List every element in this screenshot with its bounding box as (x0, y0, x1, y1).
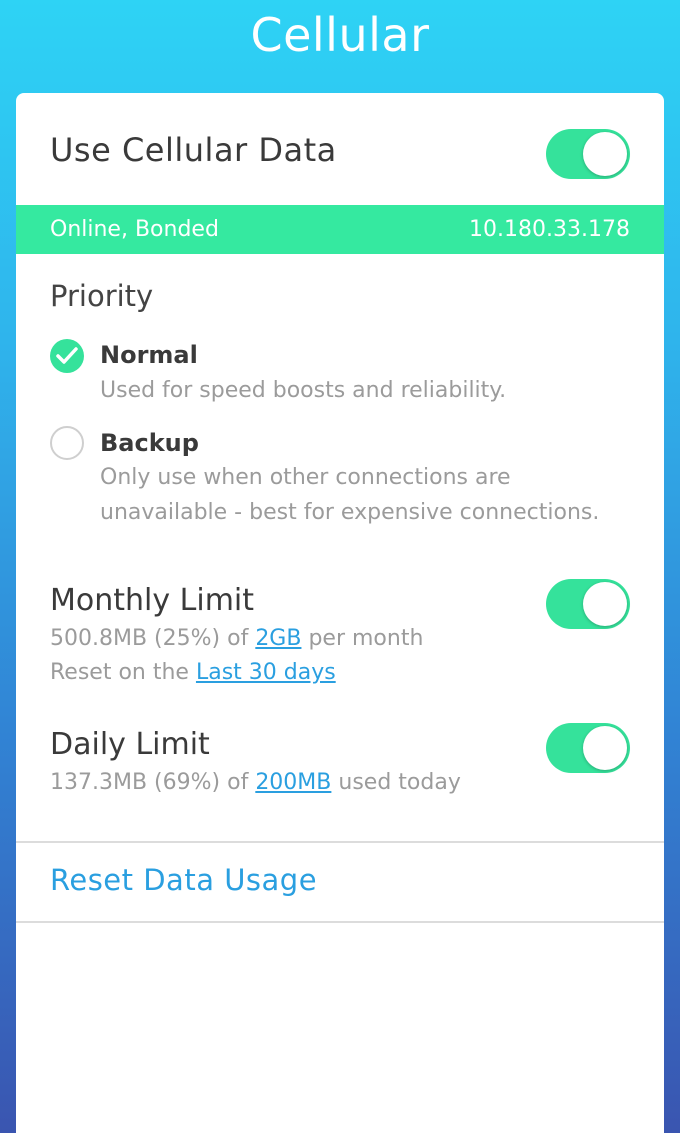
monthly-reset-line: Reset on the Last 30 days (50, 660, 336, 685)
check-icon (56, 347, 78, 364)
priority-heading: Priority (50, 279, 154, 313)
daily-usage-line: 137.3MB (69%) of 200MB used today (50, 770, 461, 795)
use-cellular-row: Use Cellular Data (16, 93, 664, 205)
daily-limit-link[interactable]: 200MB (255, 770, 331, 795)
page-title: Cellular (250, 8, 430, 62)
monthly-usage-suffix: per month (301, 626, 424, 651)
divider (16, 841, 664, 843)
use-cellular-toggle[interactable] (546, 129, 630, 179)
priority-normal-radio[interactable] (50, 339, 84, 373)
priority-backup-description: Only use when other connections are unav… (100, 465, 600, 525)
cellular-settings-card: Use Cellular Data Online, Bonded 10.180.… (16, 93, 664, 1133)
reset-data-usage-button[interactable]: Reset Data Usage (50, 863, 317, 897)
toggle-knob (583, 726, 627, 770)
monthly-reset-period-link[interactable]: Last 30 days (196, 660, 336, 685)
monthly-usage-text: 500.8MB (25%) of (50, 626, 256, 651)
divider (16, 921, 664, 923)
daily-usage-text: 137.3MB (69%) of (50, 770, 256, 795)
monthly-limit-link[interactable]: 2GB (255, 626, 301, 651)
priority-normal-label[interactable]: Normal (100, 341, 198, 369)
status-text: Online, Bonded (50, 217, 219, 242)
ip-address: 10.180.33.178 (469, 217, 630, 242)
monthly-limit-toggle[interactable] (546, 579, 630, 629)
toggle-knob (583, 132, 627, 176)
monthly-reset-text: Reset on the (50, 660, 196, 685)
use-cellular-label: Use Cellular Data (50, 131, 337, 169)
priority-normal-description: Used for speed boosts and reliability. (100, 378, 507, 403)
daily-limit-toggle[interactable] (546, 723, 630, 773)
monthly-usage-line: 500.8MB (25%) of 2GB per month (50, 626, 423, 651)
priority-backup-radio[interactable] (50, 426, 84, 460)
daily-limit-title: Daily Limit (50, 727, 210, 762)
monthly-limit-title: Monthly Limit (50, 583, 255, 618)
connection-status-bar: Online, Bonded 10.180.33.178 (16, 205, 664, 254)
priority-backup-label[interactable]: Backup (100, 429, 199, 457)
toggle-knob (583, 582, 627, 626)
daily-usage-suffix: used today (331, 770, 461, 795)
